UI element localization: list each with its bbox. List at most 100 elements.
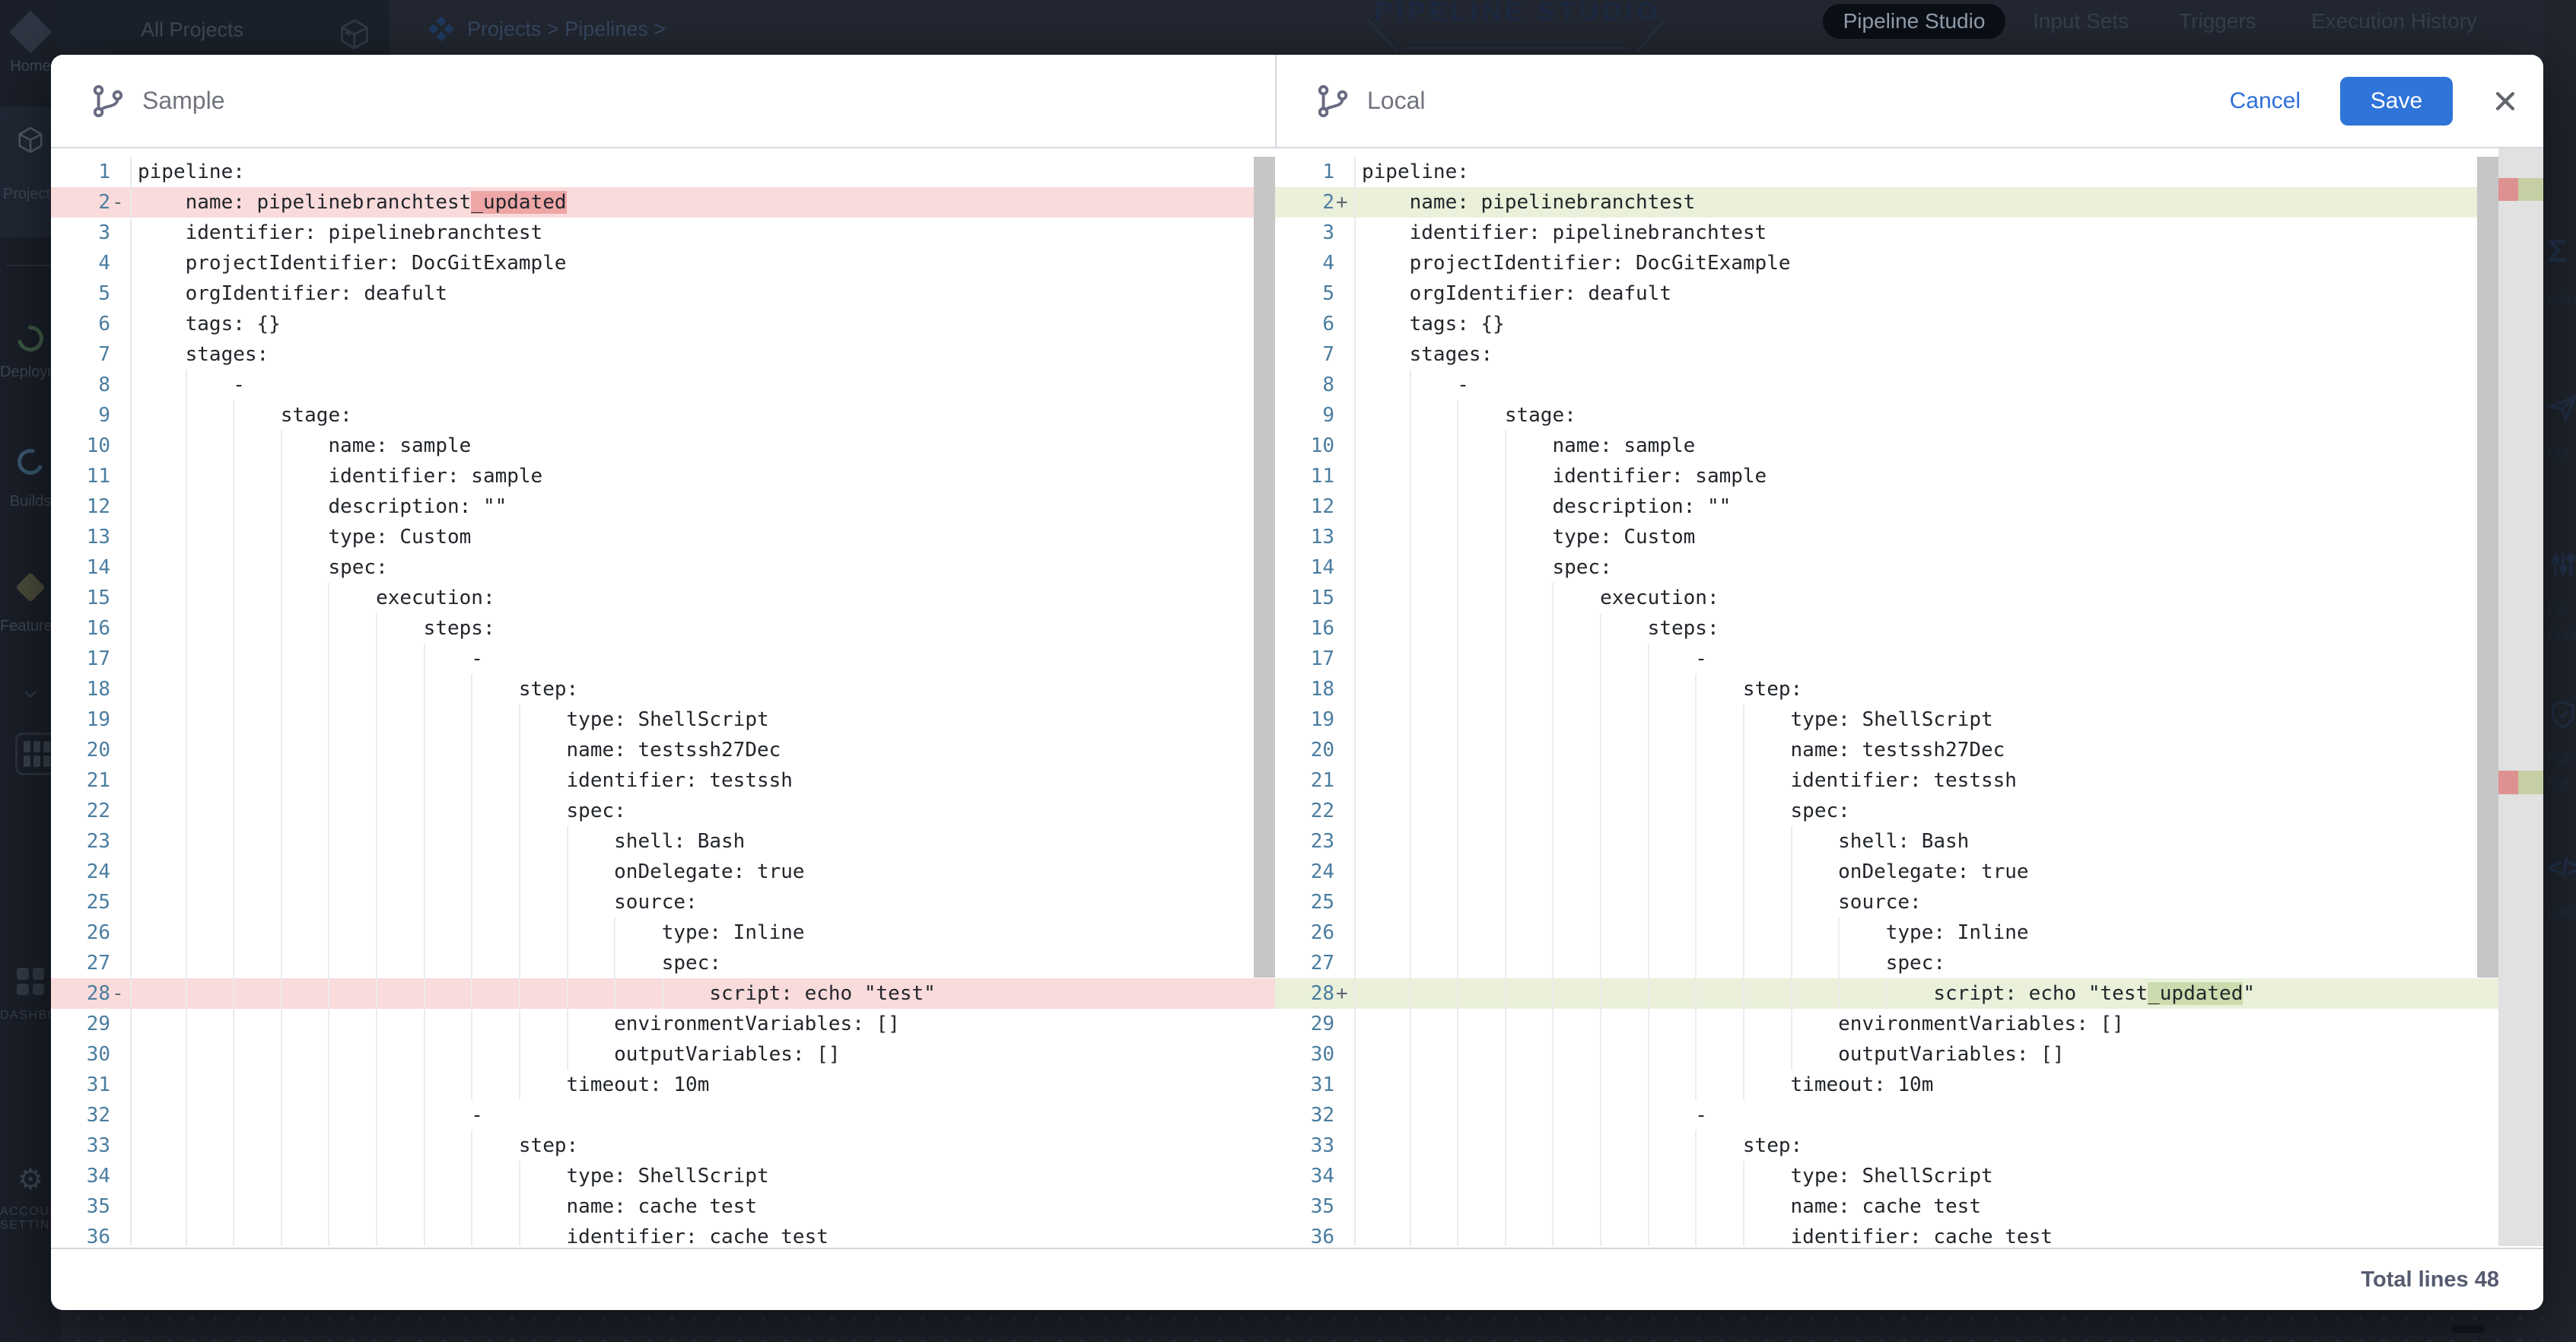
code-line: 23 shell: Bash: [51, 826, 1275, 857]
breadcrumb-text: Projects > Pipelines >: [467, 17, 666, 41]
rail-item-variables[interactable]: aria: [2547, 291, 2571, 307]
code-line: 23 shell: Bash: [1275, 826, 2543, 857]
all-projects-label: All Projects: [141, 18, 243, 42]
code-line: 18 step:: [51, 674, 1275, 704]
right-scrollbar[interactable]: [2477, 157, 2498, 978]
harness-logo-icon: [0, 12, 61, 52]
code-line: 16 steps:: [51, 613, 1275, 644]
code-line: 32 -: [1275, 1100, 2543, 1131]
code-line: 16 steps:: [1275, 613, 2543, 644]
code-line: 20 name: testssh27Dec: [1275, 735, 2543, 765]
code-line: 29 environmentVariables: []: [1275, 1009, 2543, 1039]
code-line: 9 stage:: [51, 400, 1275, 431]
code-line: 3 identifier: pipelinebranchtest: [51, 218, 1275, 248]
code-line: 13 type: Custom: [51, 522, 1275, 552]
sigma-icon[interactable]: Σ: [2548, 233, 2576, 269]
code-lines-right: 1pipeline:2+ name: pipelinebranchtest3 i…: [1275, 157, 2543, 1246]
modal-footer: Total lines 48: [51, 1248, 2543, 1310]
code-line: 28+ script: echo "test_updated": [1275, 978, 2543, 1009]
code-line: 12 description: "": [51, 491, 1275, 522]
shield-check-icon[interactable]: [2548, 698, 2576, 734]
code-line: 32 -: [51, 1100, 1275, 1131]
pane-divider: [1275, 55, 1277, 147]
left-scrollbar[interactable]: [1254, 157, 1275, 978]
code-line: 24 onDelegate: true: [1275, 857, 2543, 887]
code-line: 24 onDelegate: true: [51, 857, 1275, 887]
code-line: 7 stages:: [51, 339, 1275, 370]
rail-item-flow-control-1[interactable]: Flo: [2547, 603, 2567, 619]
rail-item-notify[interactable]: Not: [2547, 446, 2570, 463]
code-line: 36 identifier: cache_test: [1275, 1222, 2543, 1246]
sidebar-divider: [6, 265, 55, 266]
paper-plane-icon[interactable]: [2548, 393, 2576, 427]
code-line: 30 outputVariables: []: [51, 1039, 1275, 1070]
code-line: 8 -: [51, 370, 1275, 400]
code-line: 1pipeline:: [51, 157, 1275, 187]
code-icon[interactable]: </>: [2548, 854, 2576, 883]
code-line: 13 type: Custom: [1275, 522, 2543, 552]
code-line: 5 orgIdentifier: deafult: [51, 278, 1275, 309]
code-line: 5 orgIdentifier: deafult: [1275, 278, 2543, 309]
code-line: 15 execution:: [51, 583, 1275, 613]
code-line: 14 spec:: [1275, 552, 2543, 583]
code-line: 33 step:: [51, 1131, 1275, 1161]
cancel-button[interactable]: Cancel: [2230, 88, 2301, 114]
close-icon[interactable]: [2492, 88, 2518, 114]
code-line: 4 projectIdentifier: DocGitExample: [1275, 248, 2543, 278]
code-line: 21 identifier: testssh: [51, 765, 1275, 796]
sliders-icon[interactable]: [2548, 549, 2576, 584]
code-line: 36 identifier: cache_test: [51, 1222, 1275, 1246]
code-line: 10 name: sample: [51, 431, 1275, 461]
right-pane-title: Local: [1367, 87, 1426, 115]
code-line: 17 -: [1275, 644, 2543, 674]
code-lines-left: 1pipeline:2- name: pipelinebranchtest_up…: [51, 157, 1275, 1246]
code-line: 20 name: testssh27Dec: [51, 735, 1275, 765]
code-line: 31 timeout: 10m: [51, 1070, 1275, 1100]
rail-item-flow-control-2[interactable]: Cont: [2547, 627, 2576, 644]
rail-item-model[interactable]: odel: [2547, 905, 2574, 922]
code-line: 2+ name: pipelinebranchtest: [1275, 187, 2543, 218]
code-line: 3 identifier: pipelinebranchtest: [1275, 218, 2543, 248]
canvas-element: [2452, 1325, 2485, 1333]
tab-input-sets[interactable]: Input Sets: [2033, 0, 2129, 43]
code-line: 12 description: "": [1275, 491, 2543, 522]
diff-editor-modified[interactable]: 1pipeline:2+ name: pipelinebranchtest3 i…: [1275, 148, 2543, 1246]
breadcrumb[interactable]: Projects > Pipelines >: [426, 11, 666, 47]
code-line: 22 spec:: [51, 796, 1275, 826]
save-button[interactable]: Save: [2340, 77, 2453, 126]
code-line: 8 -: [1275, 370, 2543, 400]
code-line: 30 outputVariables: []: [1275, 1039, 2543, 1070]
code-line: 11 identifier: sample: [1275, 461, 2543, 491]
code-line: 4 projectIdentifier: DocGitExample: [51, 248, 1275, 278]
overview-ruler[interactable]: [2498, 148, 2543, 1246]
code-line: 25 source:: [1275, 887, 2543, 917]
git-branch-icon: [1315, 83, 1350, 119]
code-line: 1pipeline:: [1275, 157, 2543, 187]
code-line: 10 name: sample: [1275, 431, 2543, 461]
code-line: 35 name: cache test: [51, 1191, 1275, 1222]
code-line: 31 timeout: 10m: [1275, 1070, 2543, 1100]
rail-item-policy-1[interactable]: Poli: [2547, 752, 2571, 768]
code-line: 14 spec:: [51, 552, 1275, 583]
modal-header: Sample Local Cancel Save: [51, 55, 2543, 148]
diff-editor-original[interactable]: 1pipeline:2- name: pipelinebranchtest_up…: [51, 148, 1275, 1246]
tab-pipeline-studio[interactable]: Pipeline Studio: [1823, 4, 2005, 39]
code-line: 29 environmentVariables: []: [51, 1009, 1275, 1039]
code-line: 27 spec:: [51, 948, 1275, 978]
diff-modal: Sample Local Cancel Save 1pipeline:2- na…: [51, 55, 2543, 1310]
code-line: 21 identifier: testssh: [1275, 765, 2543, 796]
tab-triggers[interactable]: Triggers: [2179, 0, 2256, 43]
hexagon-edge: [1406, 47, 1627, 49]
tab-execution-history[interactable]: Execution History: [2311, 0, 2477, 43]
modal-actions: Cancel Save: [2230, 55, 2518, 147]
code-line: 9 stage:: [1275, 400, 2543, 431]
rail-item-policy-2[interactable]: Set: [2547, 776, 2569, 793]
code-line: 34 type: ShellScript: [51, 1161, 1275, 1191]
right-sidebar: Σ aria Not Flo Cont Poli Set </> odel: [2543, 0, 2576, 1342]
git-branch-icon: [91, 83, 126, 119]
code-line: 27 spec:: [1275, 948, 2543, 978]
code-line: 22 spec:: [1275, 796, 2543, 826]
char-diff-highlight: _updated: [471, 191, 566, 214]
pipeline-studio-watermark: PIPELINE STUDIO: [1290, 0, 1746, 27]
left-pane-title: Sample: [142, 87, 225, 115]
